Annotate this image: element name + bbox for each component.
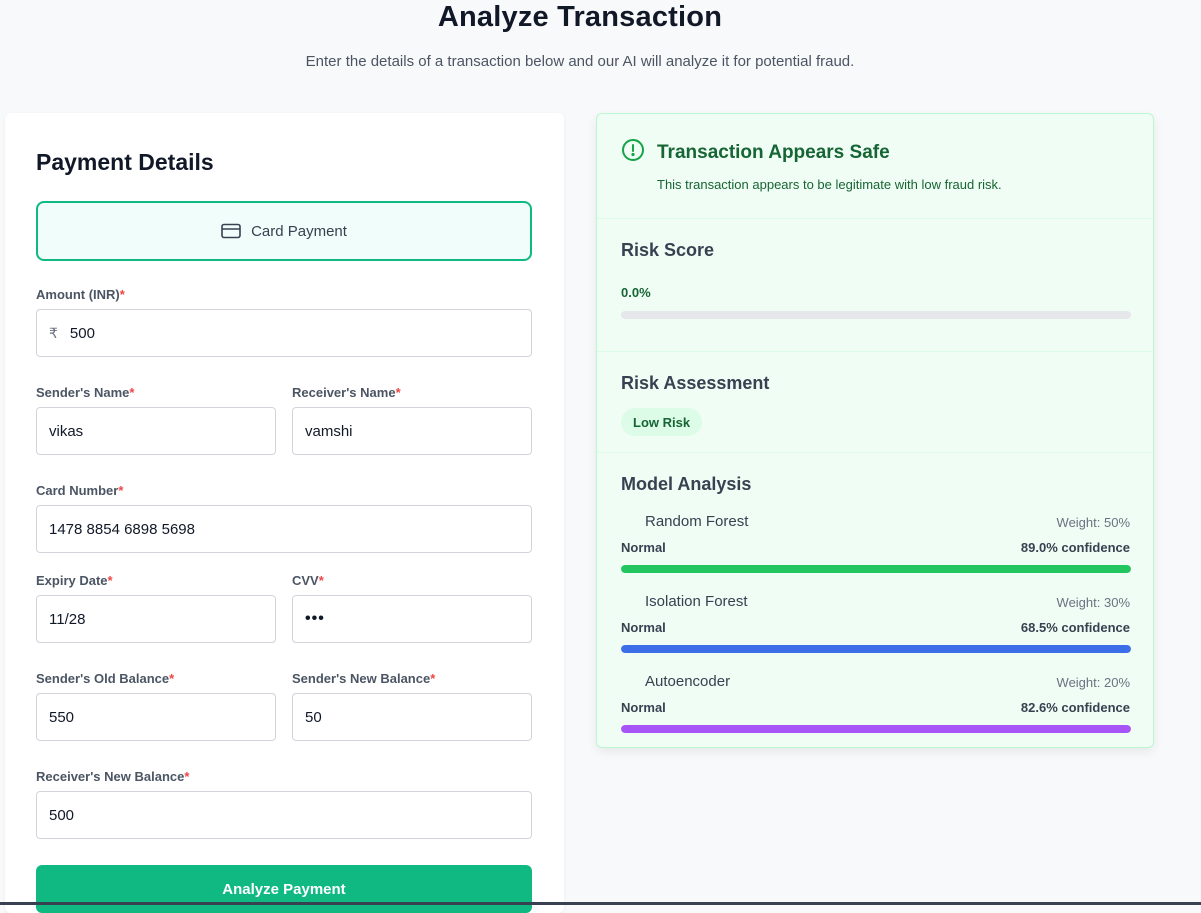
required-marker: * [318, 573, 324, 588]
model-analysis-title: Model Analysis [621, 474, 752, 494]
model-name-isolation-forest: Isolation Forest [645, 593, 748, 610]
required-marker: * [119, 287, 125, 302]
card-number-label-text: Card Number [36, 483, 119, 498]
receiver-new-balance-input[interactable]: 500 [36, 791, 532, 839]
credit-card-icon [221, 223, 241, 239]
required-marker: * [107, 573, 113, 588]
divider [597, 218, 1153, 219]
receiver-name-label-text: Receiver's Name [292, 385, 396, 400]
amount-label-text: Amount (INR) [36, 287, 120, 302]
cvv-value: ••• [305, 610, 325, 627]
model-name-autoencoder: Autoencoder [645, 673, 731, 690]
sender-name-label: Sender's Name* [36, 385, 134, 400]
model-confidence-bar-fill [621, 725, 1131, 733]
expiry-date-value: 11/28 [49, 610, 86, 628]
model-weight: Weight: 30% [1056, 595, 1130, 610]
risk-score-bar [621, 311, 1131, 319]
result-title: Transaction Appears Safe [657, 142, 890, 163]
model-confidence: 82.6% confidence [1020, 700, 1130, 715]
model-confidence-bar [621, 725, 1131, 733]
amount-value: 500 [69, 324, 95, 342]
model-prediction: Normal [621, 620, 666, 635]
model-weight: Weight: 50% [1056, 515, 1130, 530]
sender-name-input[interactable]: vikas [36, 407, 276, 455]
amount-label: Amount (INR)* [36, 287, 125, 302]
receiver-new-balance-label-text: Receiver's New Balance [36, 769, 185, 784]
amount-input[interactable]: ₹ 500 [36, 309, 532, 357]
receiver-name-input[interactable]: vamshi [292, 407, 532, 455]
model-weight: Weight: 20% [1056, 675, 1130, 690]
analyze-payment-button[interactable]: Analyze Payment [36, 865, 532, 913]
form-title: Payment Details [36, 149, 214, 175]
receiver-new-balance-value: 500 [49, 806, 75, 824]
receiver-name-value: vamshi [305, 422, 353, 440]
model-confidence-bar-fill [621, 645, 1131, 653]
result-description: This transaction appears to be legitimat… [657, 177, 1002, 192]
risk-score-value: 0.0% [621, 285, 651, 300]
payment-form-panel: Payment Details Card Payment Amount (INR… [5, 113, 564, 913]
model-confidence-bar [621, 565, 1131, 573]
sender-old-balance-value: 550 [49, 708, 75, 726]
sender-old-balance-input[interactable]: 550 [36, 693, 276, 741]
card-number-value: 1478 8854 6898 5698 [49, 520, 195, 538]
required-marker: * [395, 385, 401, 400]
card-number-input[interactable]: 1478 8854 6898 5698 [36, 505, 532, 553]
card-payment-option[interactable]: Card Payment [36, 201, 532, 261]
divider [597, 351, 1153, 352]
expiry-date-label-text: Expiry Date [36, 573, 108, 588]
page-title: Analyze Transaction [437, 1, 723, 33]
expiry-date-input[interactable]: 11/28 [36, 595, 276, 643]
sender-old-balance-label-text: Sender's Old Balance [36, 671, 170, 686]
sender-new-balance-label-text: Sender's New Balance [292, 671, 431, 686]
card-payment-label: Card Payment [251, 222, 347, 240]
model-confidence: 89.0% confidence [1020, 540, 1130, 555]
required-marker: * [118, 483, 124, 498]
cvv-label: CVV* [292, 573, 324, 588]
cvv-input[interactable]: ••• [292, 595, 532, 643]
model-confidence-bar-fill [621, 565, 1131, 573]
sender-name-label-text: Sender's Name [36, 385, 130, 400]
required-marker: * [430, 671, 436, 686]
required-marker: * [169, 671, 175, 686]
model-prediction: Normal [621, 540, 666, 555]
page-subtitle: Enter the details of a transaction below… [305, 53, 855, 70]
receiver-name-label: Receiver's Name* [292, 385, 401, 400]
divider [597, 452, 1153, 453]
sender-new-balance-input[interactable]: 50 [292, 693, 532, 741]
receiver-new-balance-label: Receiver's New Balance* [36, 769, 189, 784]
model-confidence-bar [621, 645, 1131, 653]
risk-score-title: Risk Score [621, 240, 715, 260]
required-marker: * [184, 769, 190, 784]
risk-assessment-title: Risk Assessment [621, 373, 770, 393]
required-marker: * [129, 385, 135, 400]
alert-circle-icon [621, 138, 645, 167]
rupee-icon: ₹ [49, 324, 58, 341]
model-name-random-forest: Random Forest [645, 513, 749, 530]
expiry-date-label: Expiry Date* [36, 573, 113, 588]
model-confidence: 68.5% confidence [1020, 620, 1130, 635]
analysis-result-panel: Transaction Appears Safe This transactio… [596, 113, 1154, 748]
sender-new-balance-label: Sender's New Balance* [292, 671, 435, 686]
risk-level-badge: Low Risk [621, 408, 703, 436]
sender-old-balance-label: Sender's Old Balance* [36, 671, 174, 686]
card-number-label: Card Number* [36, 483, 123, 498]
sender-name-value: vikas [49, 422, 84, 440]
analyze-payment-label: Analyze Payment [222, 881, 346, 898]
model-prediction: Normal [621, 700, 666, 715]
sender-new-balance-value: 50 [305, 708, 322, 726]
cvv-label-text: CVV [292, 573, 319, 588]
